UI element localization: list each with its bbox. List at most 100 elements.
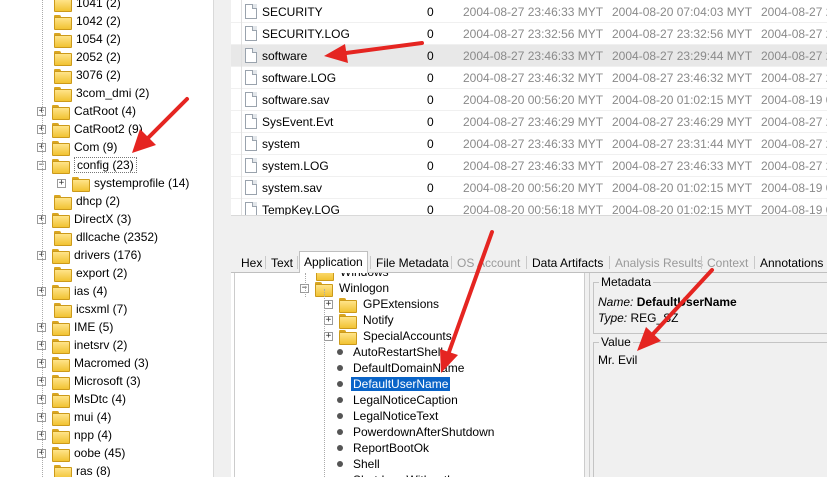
tree-item-drivers-176[interactable]: + drivers (176) xyxy=(37,246,141,264)
file-cell-changed: 2004-08-20 01:02:15 MYT xyxy=(612,203,753,215)
reg-node-legalnoticetext[interactable]: LegalNoticeText xyxy=(334,408,440,424)
tab-application[interactable]: Application xyxy=(299,251,368,274)
expand-toggle-icon[interactable]: + xyxy=(324,299,333,309)
file-row-system-sav[interactable]: system.sav 0 2004-08-20 00:56:20 MYT 2004-0… xyxy=(231,177,827,199)
reg-node-legalnoticecaption[interactable]: LegalNoticeCaption xyxy=(334,392,460,408)
tree-item-3com-dmi-2[interactable]: 3com_dmi (2) xyxy=(54,84,149,102)
reg-node-powerdownaftershutdown[interactable]: PowerdownAfterShutdown xyxy=(334,424,496,440)
file-row-tempkey-log[interactable]: TempKey.LOG 0 2004-08-20 00:56:18 MYT 2004-… xyxy=(231,199,827,215)
file-row-security[interactable]: SECURITY 0 2004-08-27 23:46:33 MYT 2004-08-… xyxy=(231,1,827,23)
expand-toggle-icon[interactable]: + xyxy=(57,178,66,188)
folder-icon xyxy=(54,32,72,48)
file-cell-name: TempKey.LOG xyxy=(262,203,340,215)
file-cell-modified: 2004-08-27 23:46:33 MYT xyxy=(463,5,604,19)
tab-file-metadata[interactable]: File Metadata xyxy=(372,253,453,273)
tree-item-ias-4[interactable]: + ias (4) xyxy=(37,282,107,300)
tree-item-label: IME (5) xyxy=(74,320,114,334)
file-row-security-log[interactable]: SECURITY.LOG 0 2004-08-27 23:32:56 MYT 2004… xyxy=(231,23,827,45)
file-row-software-log[interactable]: software.LOG 0 2004-08-27 23:46:32 MYT 2004… xyxy=(231,67,827,89)
file-cell-flag: 0 xyxy=(427,71,434,85)
tree-item-label: Com (9) xyxy=(74,140,118,154)
file-row-system[interactable]: system 0 2004-08-27 23:46:33 MYT 2004-08-27… xyxy=(231,133,827,155)
file-listing-table[interactable]: SECURITY 0 2004-08-27 23:46:33 MYT 2004-08-… xyxy=(231,0,827,215)
folder-icon xyxy=(54,266,72,282)
tree-item-mui-4[interactable]: + mui (4) xyxy=(37,408,111,426)
file-cell-modified: 2004-08-27 23:46:29 MYT xyxy=(463,115,604,129)
folder-icon xyxy=(54,464,72,477)
tree-item-msdtc-4[interactable]: + MsDtc (4) xyxy=(37,390,126,408)
tab-separator xyxy=(297,256,298,269)
folder-icon xyxy=(339,297,357,313)
reg-node-gpextensions[interactable]: + GPExtensions xyxy=(324,296,441,313)
tab-data-artifacts[interactable]: Data Artifacts xyxy=(528,253,607,273)
tree-item-label: 1054 (2) xyxy=(76,32,121,46)
folder-icon xyxy=(52,320,70,336)
tree-item-dhcp-2[interactable]: dhcp (2) xyxy=(54,192,120,210)
file-cell-changed: 2004-08-27 23:29:44 MYT xyxy=(612,49,753,63)
reg-node-shell[interactable]: Shell xyxy=(334,456,382,472)
folder-icon xyxy=(52,446,70,462)
tree-item-1054-2[interactable]: 1054 (2) xyxy=(54,30,121,48)
tree-item-macromed-3[interactable]: + Macromed (3) xyxy=(37,354,149,372)
expand-toggle-icon[interactable]: + xyxy=(324,331,333,341)
tree-item-1042-2[interactable]: 1042 (2) xyxy=(54,12,121,30)
table-horizontal-scrollbar[interactable] xyxy=(231,215,827,243)
registry-value-icon xyxy=(337,397,343,403)
tab-text[interactable]: Text xyxy=(267,253,297,273)
folder-icon xyxy=(52,356,70,372)
reg-node-label: SpecialAccounts xyxy=(363,329,452,343)
file-row-software[interactable]: software 0 2004-08-27 23:46:33 MYT 2004-08-… xyxy=(231,45,827,67)
reg-node-specialaccounts[interactable]: + SpecialAccounts xyxy=(324,328,454,345)
file-cell-changed: 2004-08-27 23:32:56 MYT xyxy=(612,27,753,41)
folder-icon xyxy=(52,338,70,354)
file-row-software-sav[interactable]: software.sav 0 2004-08-20 00:56:20 MYT 2004… xyxy=(231,89,827,111)
tab-hex[interactable]: Hex xyxy=(237,253,266,273)
tree-item-label: Macromed (3) xyxy=(74,356,149,370)
file-row-system-log[interactable]: system.LOG 0 2004-08-27 23:46:33 MYT 2004-0… xyxy=(231,155,827,177)
directory-tree[interactable]: 1041 (2) 1042 (2) 1054 (2) 2052 (2) 3076 (2)… xyxy=(0,0,213,477)
value-content[interactable]: Mr. Evil xyxy=(598,353,637,367)
tree-item-npp-4[interactable]: + npp (4) xyxy=(37,426,112,444)
tree-item-label: 3com_dmi (2) xyxy=(76,86,150,100)
tab-annotations[interactable]: Annotations xyxy=(756,253,827,273)
tree-item-3076-2[interactable]: 3076 (2) xyxy=(54,66,121,84)
tree-scrollbar[interactable] xyxy=(213,0,231,477)
tree-item-dllcache-2352[interactable]: dllcache (2352) xyxy=(54,228,158,246)
document-icon xyxy=(245,136,257,151)
expand-toggle-icon[interactable]: + xyxy=(324,315,333,325)
reg-node-shutdownwithoutlogon[interactable]: ShutdownWithoutLogon xyxy=(334,472,482,477)
file-cell-accessed: 2004-08-27 2 xyxy=(761,27,827,41)
tree-item-icsxml-7[interactable]: icsxml (7) xyxy=(54,300,127,318)
metadata-title: Metadata xyxy=(599,275,654,289)
folder-icon xyxy=(52,140,70,156)
tree-item-ime-5[interactable]: + IME (5) xyxy=(37,318,113,336)
tree-item-oobe-45[interactable]: + oobe (45) xyxy=(37,444,125,462)
file-cell-modified: 2004-08-27 23:46:32 MYT xyxy=(463,71,604,85)
folder-icon xyxy=(54,230,72,246)
tree-item-directx-3[interactable]: + DirectX (3) xyxy=(37,210,131,228)
tree-item-catroot-4[interactable]: + CatRoot (4) xyxy=(37,102,136,120)
tree-item-ras-8[interactable]: ras (8) xyxy=(54,462,111,477)
tree-item-label: export (2) xyxy=(76,266,128,280)
tree-item-1041-2[interactable]: 1041 (2) xyxy=(54,0,121,12)
file-row-sysevent-evt[interactable]: SysEvent.Evt 0 2004-08-27 23:46:29 MYT 2004… xyxy=(231,111,827,133)
tree-item-inetsrv-2[interactable]: + inetsrv (2) xyxy=(37,336,127,354)
tree-item-config-23[interactable]: − config (23) xyxy=(37,156,137,174)
tree-item-systemprofile-14[interactable]: + systemprofile (14) xyxy=(57,174,189,192)
tree-item-2052-2[interactable]: 2052 (2) xyxy=(54,48,121,66)
registry-key-tree[interactable]: Windows−Winlogon + GPExtensions + Notify + Spe… xyxy=(234,273,584,477)
reg-node-reportbootok[interactable]: ReportBootOk xyxy=(334,440,431,456)
pane-splitter[interactable] xyxy=(231,243,827,251)
reg-node-defaultusername[interactable]: DefaultUserName xyxy=(334,376,451,392)
tree-item-catroot2-9[interactable]: + CatRoot2 (9) xyxy=(37,120,143,138)
tree-item-com-9[interactable]: + Com (9) xyxy=(37,138,117,156)
reg-node-winlogon[interactable]: − Winlogon xyxy=(300,280,391,297)
reg-node-notify[interactable]: + Notify xyxy=(324,312,396,329)
tree-item-export-2[interactable]: export (2) xyxy=(54,264,127,282)
tab-separator xyxy=(609,256,610,269)
reg-node-autorestartshell[interactable]: AutoRestartShell xyxy=(334,344,445,360)
file-cell-changed: 2004-08-27 23:46:32 MYT xyxy=(612,71,753,85)
reg-node-windows[interactable]: Windows xyxy=(316,273,391,281)
tree-item-microsoft-3[interactable]: + Microsoft (3) xyxy=(37,372,141,390)
reg-node-defaultdomainname[interactable]: DefaultDomainName xyxy=(334,360,466,376)
